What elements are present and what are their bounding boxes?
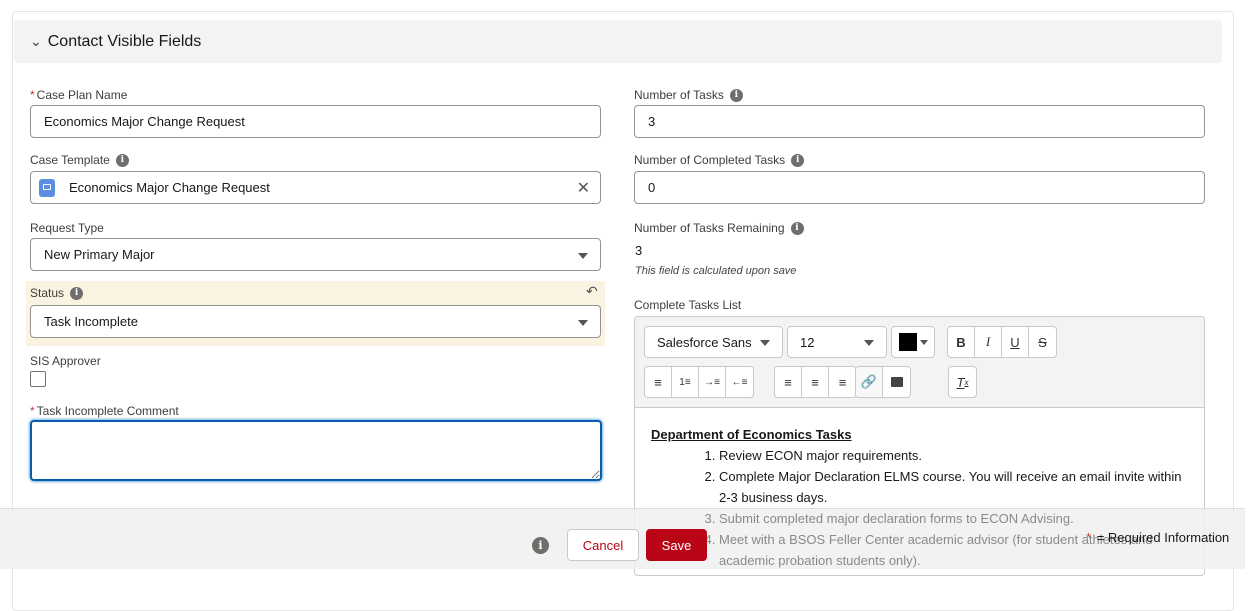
align-center-icon[interactable]: ≡ [802, 367, 829, 397]
tasks-heading: Department of Economics Tasks [651, 427, 852, 442]
task-item: Submit completed major declaration forms… [719, 508, 1188, 529]
number-remaining-value: 3 [635, 243, 643, 258]
info-icon[interactable]: i [115, 153, 129, 167]
chevron-down-icon: ⌄ [30, 33, 42, 49]
undo-icon[interactable]: ↶ [586, 283, 598, 300]
task-incomplete-comment-textarea[interactable] [30, 420, 602, 481]
caret-down-icon [864, 340, 874, 346]
info-icon[interactable]: i [532, 537, 549, 554]
text-style-group: B I U S [947, 326, 1057, 358]
cancel-button[interactable]: Cancel [567, 529, 639, 561]
bold-icon[interactable]: B [948, 327, 975, 357]
caret-down-icon [578, 320, 588, 326]
request-type-select[interactable]: New Primary Major [30, 238, 601, 271]
number-remaining-label: Number of Tasks Remaining i [634, 221, 804, 235]
case-template-lookup[interactable]: Economics Major Change Request ✕ [30, 171, 601, 204]
font-color-picker[interactable] [891, 326, 935, 358]
number-completed-label: Number of Completed Tasks i [634, 153, 805, 167]
align-group: ≡ ≡ ≡ [774, 366, 857, 398]
number-of-tasks-input[interactable]: 3 [634, 105, 1205, 138]
outdent-icon[interactable]: ←≡ [726, 367, 753, 397]
strikethrough-icon[interactable]: S [1029, 327, 1056, 357]
align-left-icon[interactable]: ≡ [775, 367, 802, 397]
sis-approver-label: SIS Approver [30, 354, 101, 368]
font-family-select[interactable]: Salesforce Sans [644, 326, 783, 358]
sis-approver-checkbox[interactable] [30, 371, 46, 387]
required-information-legend: * = Required Information [1086, 530, 1230, 545]
number-completed-input[interactable]: 0 [634, 171, 1205, 204]
insert-group: 🔗 [855, 366, 911, 398]
task-incomplete-comment-label: * Task Incomplete Comment [30, 404, 179, 418]
color-swatch [899, 333, 917, 351]
status-select[interactable]: Task Incomplete [30, 305, 601, 338]
section-title: Contact Visible Fields [47, 32, 202, 50]
case-plan-name-input[interactable]: Economics Major Change Request [30, 105, 601, 138]
align-right-icon[interactable]: ≡ [829, 367, 856, 397]
rte-toolbar: Salesforce Sans 12 B I U S ≡ 1≡ →≡ ←≡ ≡ … [635, 317, 1204, 408]
indent-icon[interactable]: →≡ [699, 367, 726, 397]
list-group: ≡ 1≡ →≡ ←≡ [644, 366, 754, 398]
caret-down-icon [578, 253, 588, 259]
info-icon[interactable]: i [791, 153, 805, 167]
image-icon[interactable] [883, 367, 910, 397]
info-icon[interactable]: i [790, 221, 804, 235]
bulleted-list-icon[interactable]: ≡ [645, 367, 672, 397]
link-icon: 🔗 [856, 367, 883, 397]
case-template-record-icon [39, 178, 55, 197]
underline-icon[interactable]: U [1002, 327, 1029, 357]
section-header-contact-visible-fields[interactable]: ⌄ Contact Visible Fields [14, 20, 1222, 63]
task-item: Complete Major Declaration ELMS course. … [719, 466, 1188, 508]
tasks-list: Review ECON major requirements. Complete… [651, 445, 1188, 571]
case-template-label: Case Template i [30, 153, 129, 167]
info-icon[interactable]: i [70, 286, 84, 300]
clear-icon[interactable]: ✕ [577, 178, 590, 198]
number-remaining-help: This field is calculated upon save [635, 265, 797, 277]
case-plan-name-label: * Case Plan Name [30, 88, 128, 102]
font-size-select[interactable]: 12 [787, 326, 887, 358]
caret-down-icon [920, 340, 928, 345]
clear-formatting-icon[interactable]: Tx [949, 367, 976, 397]
rte-content[interactable]: Department of Economics Tasks Review ECO… [635, 408, 1204, 575]
task-item: Review ECON major requirements. [719, 445, 1188, 466]
italic-icon[interactable]: I [975, 327, 1002, 357]
number-of-tasks-label: Number of Tasks i [634, 88, 743, 102]
caret-down-icon [760, 340, 770, 346]
save-button[interactable]: Save [646, 529, 707, 561]
info-icon[interactable]: i [729, 88, 743, 102]
request-type-label: Request Type [30, 221, 104, 235]
numbered-list-icon[interactable]: 1≡ [672, 367, 699, 397]
status-label: Status i [30, 286, 84, 300]
complete-tasks-list-label: Complete Tasks List [634, 298, 742, 312]
clear-format-group: Tx [948, 366, 977, 398]
